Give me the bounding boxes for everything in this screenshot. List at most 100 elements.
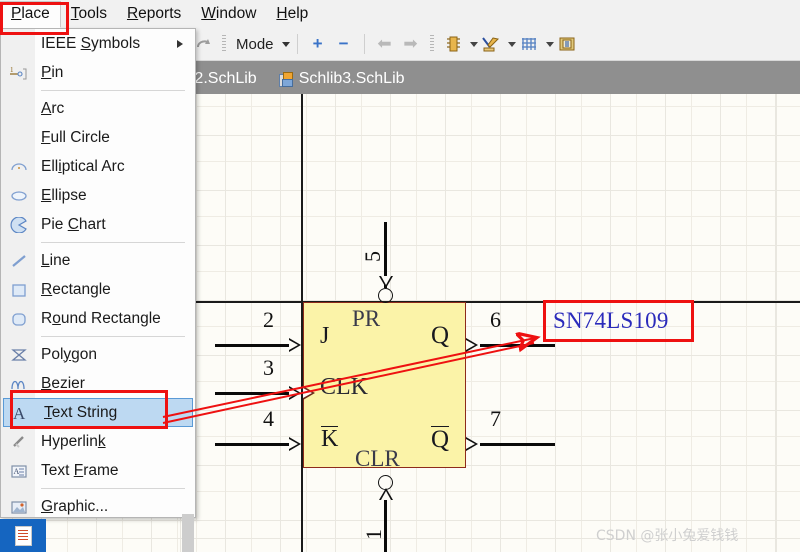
- pin-icon: 1: [9, 63, 29, 83]
- menu-item-label: Pie Chart: [41, 215, 106, 233]
- menu-item-pie-chart[interactable]: Pie Chart: [1, 210, 195, 239]
- previous-part-icon[interactable]: ⬅: [372, 32, 398, 56]
- menu-item-pin[interactable]: 1 Pin: [1, 58, 195, 87]
- grid-chevron-down-icon[interactable]: [545, 41, 554, 47]
- placed-text-string[interactable]: SN74LS109: [543, 300, 694, 342]
- menu-item-label: IEEE Symbols: [41, 34, 141, 52]
- menu-item-graphic[interactable]: Graphic...: [1, 492, 195, 521]
- menu-item-label: Line: [41, 251, 71, 269]
- menu-item-full-circle[interactable]: Full Circle: [1, 123, 195, 152]
- menu-item-ieee-symbols[interactable]: IEEE Symbols: [1, 29, 195, 58]
- pin-wire-1[interactable]: [384, 500, 387, 552]
- ic-label-clr: CLR: [355, 446, 400, 471]
- ic-label-pr: PR: [352, 306, 381, 331]
- menu-item-label: Bezier: [41, 374, 85, 392]
- csdn-watermark: CSDN @张小兔爱钱钱: [596, 528, 739, 544]
- round-rectangle-icon: [9, 309, 29, 329]
- pin-arrow-1: [379, 488, 393, 500]
- ic-label-clk: CLK: [320, 374, 368, 400]
- menu-item-round-rectangle[interactable]: Round Rectangle: [1, 304, 195, 333]
- vertical-scrollbar-thumb[interactable]: [182, 514, 194, 552]
- bezier-icon: [9, 374, 29, 394]
- menu-item-label: Pin: [41, 63, 64, 81]
- mode-chevron-down-icon[interactable]: [281, 41, 290, 47]
- menu-item-label: Rectangle: [41, 280, 111, 298]
- rectangle-icon: [9, 280, 29, 300]
- text-string-icon: A: [10, 403, 30, 423]
- menu-item-label: Text String: [44, 403, 118, 421]
- component-chevron-down-icon[interactable]: [469, 41, 478, 47]
- pin-wire-4[interactable]: [215, 443, 290, 446]
- toolbar-grip-2[interactable]: [429, 35, 434, 53]
- application-window: J PR Q CLK K CLR Q 2 3 4 5 6 7 1 SN74LS1…: [0, 0, 800, 552]
- pin-number-7: 7: [490, 406, 501, 431]
- pin-arrow-2: [289, 338, 301, 352]
- ic-label-j: J: [320, 323, 330, 349]
- pin-number-6: 6: [490, 307, 501, 332]
- pin-arrow-3: [289, 386, 301, 400]
- tab-schlib3[interactable]: Schlib3.SchLib: [268, 63, 416, 94]
- place-dropdown-menu: IEEE Symbols 1 Pin Arc Full Circle Ellip…: [0, 28, 196, 518]
- mode-label[interactable]: Mode: [232, 36, 278, 53]
- menu-separator-4: [41, 488, 185, 489]
- pin-arrow-6: [466, 338, 478, 352]
- tab-label-3: Schlib3.SchLib: [298, 69, 405, 87]
- menu-item-hyperlink[interactable]: Hyperlink: [1, 427, 195, 456]
- pin-wire-3[interactable]: [215, 392, 290, 395]
- menu-window[interactable]: Window: [191, 2, 266, 27]
- pin-wire-6[interactable]: [480, 344, 555, 347]
- menu-item-rectangle[interactable]: Rectangle: [1, 275, 195, 304]
- menu-item-line[interactable]: Line: [1, 246, 195, 275]
- next-part-icon[interactable]: ➡: [398, 32, 424, 56]
- menu-help[interactable]: Help: [266, 2, 318, 27]
- pin-arrow-4: [289, 437, 301, 451]
- panel-tab-button[interactable]: [0, 519, 46, 552]
- menu-bar: Place Tools Reports Window Help: [0, 0, 800, 29]
- clock-marker-3: [303, 386, 315, 400]
- menu-item-ellipse[interactable]: Ellipse: [1, 181, 195, 210]
- ic-label-q: Q: [431, 322, 450, 349]
- pin-number-5: 5: [360, 251, 385, 262]
- grid-icon[interactable]: [516, 32, 542, 56]
- line-icon: [9, 251, 29, 271]
- toolbar-grip-1[interactable]: [222, 35, 226, 53]
- library-icon[interactable]: [554, 32, 580, 56]
- menu-item-label: Round Rectangle: [41, 309, 161, 327]
- toolbar-separator-2: [363, 34, 365, 54]
- component-icon[interactable]: [440, 32, 466, 56]
- pin-number-4: 4: [263, 406, 274, 431]
- menu-place[interactable]: Place: [0, 0, 61, 28]
- pie-chart-icon: [9, 215, 29, 235]
- menu-item-bezier[interactable]: Bezier: [1, 369, 195, 398]
- model-chevron-down-icon[interactable]: [507, 41, 516, 47]
- menu-item-elliptical-arc[interactable]: Elliptical Arc: [1, 152, 195, 181]
- pin-wire-7[interactable]: [480, 443, 555, 446]
- graphic-icon: [9, 497, 29, 517]
- pin-arrow-7: [466, 437, 478, 451]
- menu-item-text-string[interactable]: A Text String: [3, 398, 193, 427]
- pin-arrow-5: [379, 276, 393, 288]
- menu-tools[interactable]: Tools: [61, 2, 117, 27]
- menu-item-text-frame[interactable]: A Text Frame: [1, 456, 195, 485]
- menu-item-arc[interactable]: Arc: [1, 94, 195, 123]
- pin-number-1: 1: [361, 529, 386, 540]
- svg-text:A: A: [13, 404, 26, 422]
- elliptical-arc-icon: [9, 157, 29, 177]
- pin-wire-2[interactable]: [215, 344, 290, 347]
- pin-number-2: 2: [263, 307, 274, 332]
- menu-item-label: Hyperlink: [41, 432, 106, 450]
- menu-separator-1: [41, 90, 185, 91]
- svg-text:A: A: [14, 467, 20, 476]
- polygon-icon: [9, 345, 29, 365]
- svg-text:1: 1: [10, 66, 14, 74]
- schlib-icon: [278, 71, 294, 87]
- menu-item-polygon[interactable]: Polygon: [1, 340, 195, 369]
- menu-reports[interactable]: Reports: [117, 2, 191, 27]
- menu-item-label: Polygon: [41, 345, 98, 363]
- model-icon[interactable]: [478, 32, 504, 56]
- menu-item-label: Elliptical Arc: [41, 157, 125, 175]
- add-part-icon[interactable]: +: [305, 32, 331, 56]
- text-string-value: SN74LS109: [553, 308, 669, 333]
- menu-item-label: Graphic...: [41, 497, 109, 515]
- remove-part-icon[interactable]: −: [331, 32, 357, 56]
